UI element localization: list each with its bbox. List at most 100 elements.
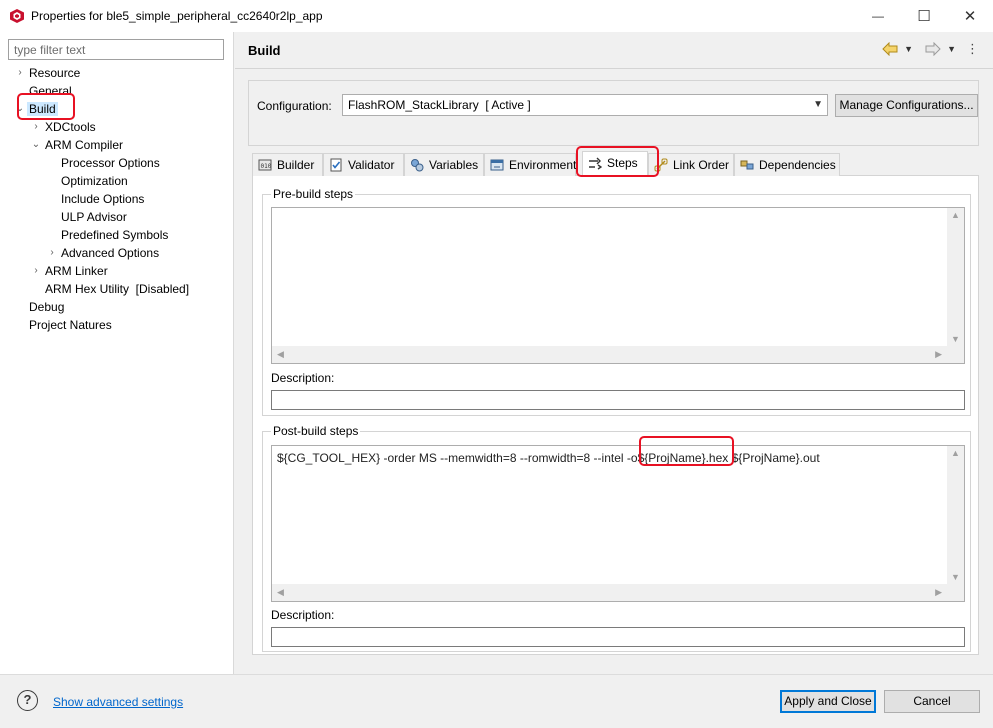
- minimize-icon: —: [872, 9, 884, 23]
- tree-item-label: ARM Hex Utility [Disabled]: [45, 282, 190, 296]
- scroll-right-icon[interactable]: ▶: [935, 587, 942, 598]
- tree-item-advanced-options[interactable]: › Advanced Options: [50, 244, 159, 262]
- tab-validator[interactable]: Validator: [323, 153, 404, 176]
- tab-steps[interactable]: Steps: [582, 151, 648, 175]
- horizontal-scrollbar[interactable]: ◀ ▶: [272, 346, 947, 363]
- expand-arrow-icon[interactable]: ›: [31, 262, 41, 280]
- maximize-button[interactable]: ☐: [901, 0, 947, 32]
- view-menu-icon[interactable]: ⋮: [966, 42, 979, 55]
- tree-item-label: XDCtools: [45, 120, 96, 134]
- post-build-description-field[interactable]: [271, 627, 965, 647]
- vertical-scrollbar[interactable]: ▲ ▼: [947, 208, 964, 346]
- show-advanced-settings-link[interactable]: Show advanced settings: [53, 695, 183, 709]
- scroll-down-icon[interactable]: ▼: [951, 572, 960, 582]
- tab-content: Pre-build steps ▲ ▼ ◀ ▶ Description: Pos…: [252, 175, 979, 655]
- scroll-right-icon[interactable]: ▶: [935, 349, 942, 360]
- minimize-button[interactable]: —: [855, 0, 901, 32]
- back-dropdown-icon[interactable]: ▼: [904, 44, 913, 54]
- svg-text:010: 010: [261, 163, 272, 170]
- tab-dependencies[interactable]: Dependencies: [734, 153, 840, 176]
- tree-item-arm-compiler[interactable]: ⌄ ARM Compiler: [32, 136, 123, 154]
- tab-label: Dependencies: [759, 158, 836, 172]
- tab-label: Validator: [348, 158, 395, 172]
- footer-divider: [0, 674, 993, 675]
- scroll-down-icon[interactable]: ▼: [951, 334, 960, 344]
- configuration-group: Configuration: FlashROM_StackLibrary [ A…: [248, 80, 979, 146]
- collapse-arrow-icon[interactable]: ⌄: [15, 100, 25, 118]
- post-build-textarea[interactable]: ${CG_TOOL_HEX} -order MS --memwidth=8 --…: [271, 445, 965, 602]
- configuration-label: Configuration:: [257, 99, 332, 113]
- tree-item-general[interactable]: General: [29, 82, 72, 100]
- pre-build-title: Pre-build steps: [271, 187, 356, 201]
- chevron-down-icon[interactable]: ▼: [813, 95, 823, 115]
- post-build-description-label: Description:: [271, 608, 335, 622]
- tree-item-debug[interactable]: Debug: [29, 298, 64, 316]
- manage-configurations-button[interactable]: Manage Configurations...: [835, 94, 978, 117]
- tab-label: Builder: [277, 158, 315, 172]
- back-arrow-icon[interactable]: [882, 42, 898, 56]
- tree-item-resource[interactable]: › Resource: [18, 64, 80, 82]
- tab-environment[interactable]: Environment: [484, 153, 576, 176]
- scroll-corner: [947, 346, 964, 363]
- tree-item-label: Debug: [29, 300, 65, 314]
- expand-arrow-icon[interactable]: ›: [31, 118, 41, 136]
- scroll-up-icon[interactable]: ▲: [951, 210, 960, 220]
- tree-item-build[interactable]: ⌄ Build: [16, 100, 58, 118]
- close-button[interactable]: ✕: [947, 0, 993, 32]
- app-icon: [10, 9, 24, 23]
- filter-input[interactable]: [8, 39, 224, 60]
- tree-item-include-options[interactable]: Include Options: [61, 190, 144, 208]
- left-panel: › Resource General ⌄ Build › XDCtools ⌄ …: [0, 32, 234, 674]
- forward-arrow-icon[interactable]: [925, 42, 941, 56]
- pre-build-textarea[interactable]: ▲ ▼ ◀ ▶: [271, 207, 965, 364]
- tree-item-xdctools[interactable]: › XDCtools: [34, 118, 96, 136]
- post-build-command-part1: ${CG_TOOL_HEX} -order MS --memwidth=8 --…: [277, 451, 638, 465]
- help-icon[interactable]: ?: [17, 690, 38, 711]
- tree-item-predefined-symbols[interactable]: Predefined Symbols: [61, 226, 168, 244]
- configuration-value: FlashROM_StackLibrary [ Active ]: [348, 98, 531, 112]
- expand-arrow-icon[interactable]: ›: [47, 244, 57, 262]
- steps-icon: [589, 157, 602, 170]
- scroll-corner: [947, 584, 964, 601]
- scroll-left-icon[interactable]: ◀: [277, 349, 284, 360]
- tab-builder[interactable]: 010 Builder: [252, 153, 323, 176]
- collapse-arrow-icon[interactable]: ⌄: [31, 136, 41, 154]
- validator-icon: [330, 158, 342, 172]
- pre-build-description-field[interactable]: [271, 390, 965, 410]
- configuration-select[interactable]: FlashROM_StackLibrary [ Active ] ▼: [342, 94, 828, 116]
- tree-item-project-natures[interactable]: Project Natures: [29, 316, 112, 334]
- window-title: Properties for ble5_simple_peripheral_cc…: [31, 9, 323, 23]
- post-build-command-part2: ${ProjName}.hex: [637, 451, 729, 465]
- page-header: Build ▼ ▼ ⋮: [235, 32, 993, 68]
- post-build-command-part3: ${ProjName}.out: [728, 451, 820, 465]
- environment-icon: [490, 159, 504, 171]
- horizontal-scrollbar[interactable]: ◀ ▶: [272, 584, 947, 601]
- tree-item-label: General: [29, 84, 72, 98]
- forward-dropdown-icon[interactable]: ▼: [947, 44, 956, 54]
- header-divider: [235, 68, 993, 69]
- pre-build-description-label: Description:: [271, 371, 335, 385]
- tab-link-order[interactable]: Link Order: [648, 153, 734, 176]
- cancel-button[interactable]: Cancel: [884, 690, 980, 713]
- tab-label: Environment: [509, 158, 577, 172]
- vertical-scrollbar[interactable]: ▲ ▼: [947, 446, 964, 584]
- tab-variables[interactable]: Variables: [404, 153, 484, 176]
- tree-item-label: Build: [27, 102, 58, 116]
- dependencies-icon: [740, 160, 754, 170]
- apply-and-close-button[interactable]: Apply and Close: [780, 690, 876, 713]
- expand-arrow-icon[interactable]: ›: [15, 64, 25, 82]
- tree-item-arm-hex-utility[interactable]: ARM Hex Utility [Disabled]: [45, 280, 189, 298]
- tab-label: Link Order: [673, 158, 730, 172]
- tree-item-label: Processor Options: [61, 156, 160, 170]
- tree-item-label: Optimization: [61, 174, 128, 188]
- tree-item-label: Project Natures: [29, 318, 112, 332]
- scroll-up-icon[interactable]: ▲: [951, 448, 960, 458]
- tree-item-optimization[interactable]: Optimization: [61, 172, 128, 190]
- title-bar: Properties for ble5_simple_peripheral_cc…: [0, 0, 993, 32]
- tree-item-arm-linker[interactable]: › ARM Linker: [34, 262, 108, 280]
- tree-item-ulp-advisor[interactable]: ULP Advisor: [61, 208, 127, 226]
- scroll-left-icon[interactable]: ◀: [277, 587, 284, 598]
- nav-toolbar: ▼ ▼ ⋮: [882, 42, 979, 56]
- tree-item-processor-options[interactable]: Processor Options: [61, 154, 160, 172]
- tree-item-label: ARM Linker: [45, 264, 108, 278]
